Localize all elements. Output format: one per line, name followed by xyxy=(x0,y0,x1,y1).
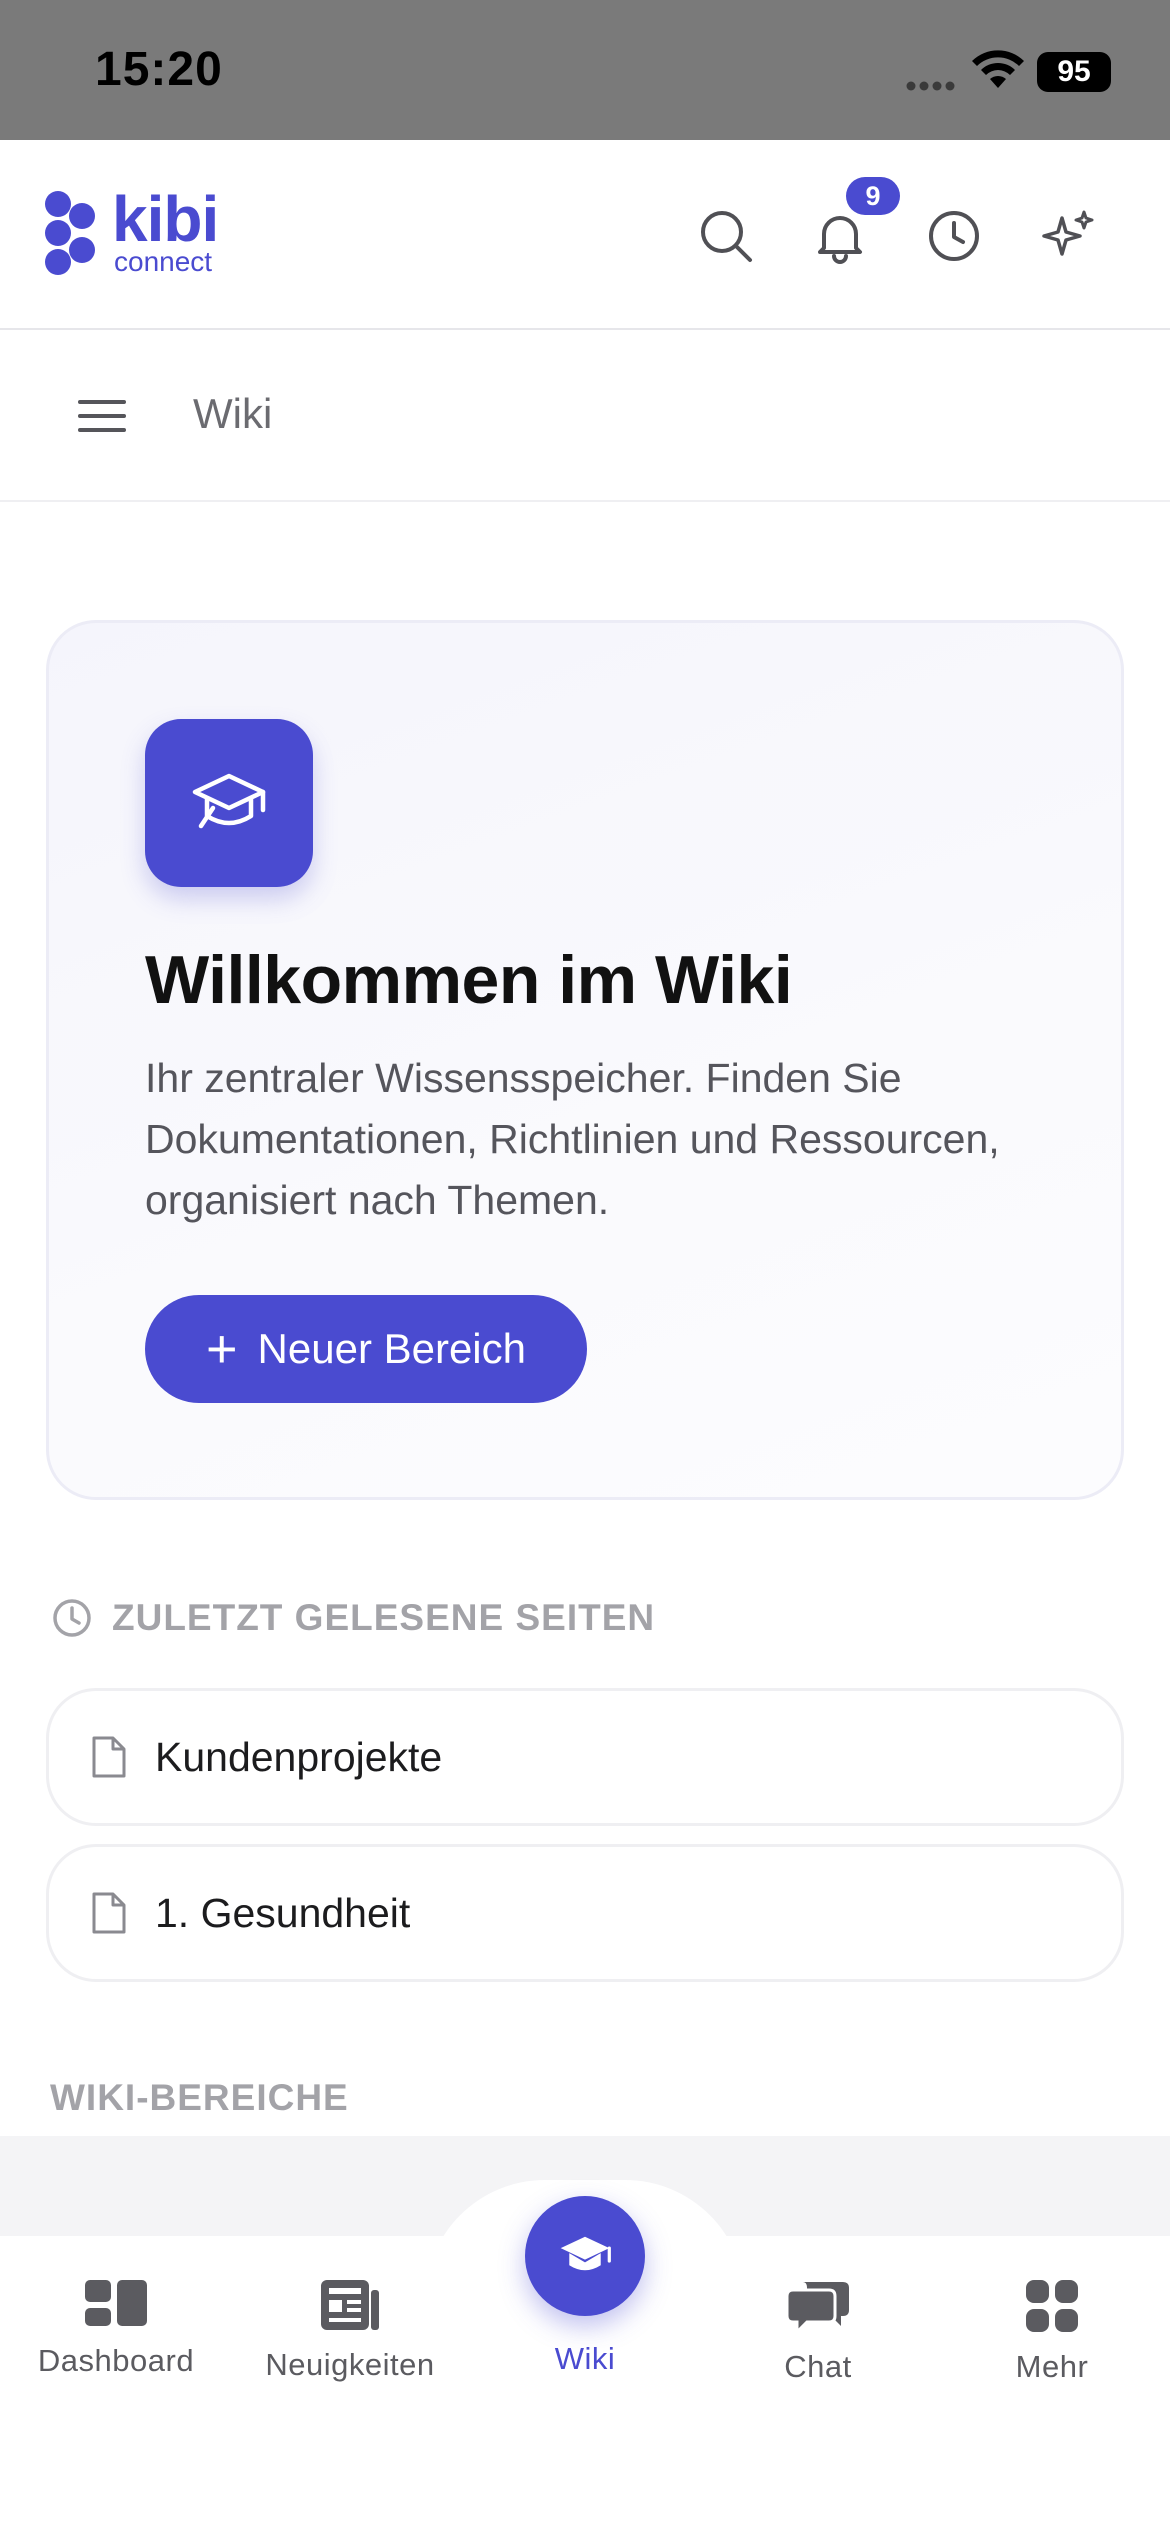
bell-icon[interactable] xyxy=(810,206,870,266)
search-icon[interactable] xyxy=(696,206,756,266)
logo-subtitle: connect xyxy=(114,246,213,277)
graduation-cap-icon xyxy=(192,773,266,829)
tab-news[interactable]: Neuigkeiten xyxy=(240,2278,460,2383)
tab-label: Chat xyxy=(784,2349,852,2384)
recent-heading-text: ZULETZT GELESENE SEITEN xyxy=(112,1597,656,1638)
new-area-label: Neuer Bereich xyxy=(257,1325,526,1372)
welcome-card: Willkommen im Wiki Ihr zentraler Wissens… xyxy=(46,620,1124,1500)
logo-icon xyxy=(45,191,95,275)
clock-icon xyxy=(53,1599,91,1637)
hamburger-menu-icon[interactable] xyxy=(78,398,126,434)
new-area-button[interactable]: + Neuer Bereich xyxy=(145,1295,587,1403)
breadcrumb-current: Wiki xyxy=(193,390,273,437)
clock-icon[interactable] xyxy=(924,206,984,266)
recent-item[interactable]: Kundenprojekte xyxy=(46,1688,1124,1826)
signal-icon xyxy=(906,81,955,91)
breadcrumb: Wiki xyxy=(0,332,1170,502)
tab-more[interactable]: Mehr xyxy=(942,2278,1162,2385)
welcome-title: Willkommen im Wiki xyxy=(145,942,793,1018)
recent-item[interactable]: 1. Gesundheit xyxy=(46,1844,1124,1982)
tab-label: Mehr xyxy=(1015,2349,1089,2384)
notification-badge: 9 xyxy=(846,177,900,215)
status-bar: 15:20 95 xyxy=(0,0,1170,140)
sparkles-icon[interactable] xyxy=(1038,206,1098,266)
graduation-cap-icon xyxy=(560,2236,611,2271)
tab-label: Neuigkeiten xyxy=(265,2347,435,2382)
wiki-areas-heading: WIKI-BEREICHE xyxy=(50,2077,349,2118)
logo[interactable]: kibi connect xyxy=(44,183,219,277)
grid-icon xyxy=(1026,2280,1078,2332)
tab-chat[interactable]: Chat xyxy=(708,2278,928,2385)
welcome-description: Ihr zentraler Wissensspeicher. Finden Si… xyxy=(145,1055,1000,1223)
plus-icon: + xyxy=(205,1319,238,1379)
wiki-badge xyxy=(145,719,313,887)
recent-item-label: 1. Gesundheit xyxy=(155,1889,411,1936)
tab-label: Dashboard xyxy=(37,2343,195,2378)
document-icon xyxy=(92,1736,126,1778)
document-icon xyxy=(92,1892,126,1934)
newspaper-icon xyxy=(321,2280,379,2330)
tab-dashboard[interactable]: Dashboard xyxy=(6,2278,226,2379)
recent-item-label: Kundenprojekte xyxy=(155,1733,443,1780)
tab-wiki[interactable] xyxy=(525,2196,645,2316)
recent-section-heading: ZULETZT GELESENE SEITEN xyxy=(50,1596,655,1640)
battery-indicator: 95 xyxy=(1037,52,1111,92)
wifi-icon xyxy=(972,50,1024,88)
logo-wordmark: kibi xyxy=(112,183,219,255)
dashboard-icon xyxy=(85,2280,147,2326)
tab-wiki-label: Wiki xyxy=(554,2341,616,2376)
chat-icon xyxy=(785,2282,849,2336)
app-header: kibi connect 9 xyxy=(0,140,1170,330)
status-time: 15:20 xyxy=(95,43,223,96)
